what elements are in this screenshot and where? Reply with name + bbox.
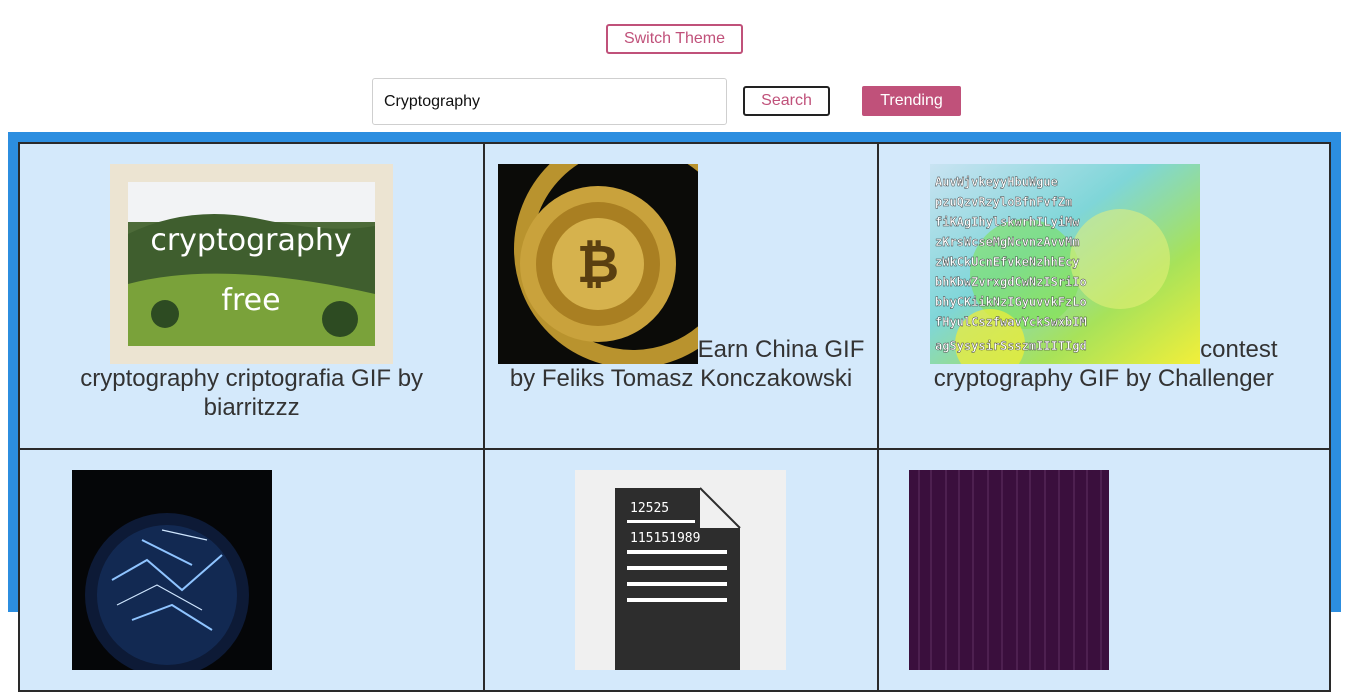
result-card[interactable]: cryptography free cryptography criptogra… xyxy=(17,142,486,450)
svg-text:fiKAgIhylskwrhILyiMw: fiKAgIhylskwrhILyiMw xyxy=(935,215,1080,229)
gif-thumbnail-letters[interactable]: AuvWjvkeyyHbuWgue pzuQzvRzyloBfnFvfZm fi… xyxy=(930,164,1201,364)
svg-text:bhKbwZvrxgdCwNzISriIo: bhKbwZvrxgdCwNzISriIo xyxy=(935,275,1087,289)
stamp-text-1: cryptography xyxy=(150,223,351,258)
result-card[interactable] xyxy=(876,448,1332,692)
svg-text:AuvWjvkeyyHbuWgue: AuvWjvkeyyHbuWgue xyxy=(935,175,1058,189)
search-button[interactable]: Search xyxy=(743,86,830,116)
results-grid: cryptography free cryptography criptogra… xyxy=(8,132,1341,692)
switch-theme-button[interactable]: Switch Theme xyxy=(606,24,743,54)
svg-text:₿: ₿ xyxy=(576,235,618,295)
gif-thumbnail-stamp[interactable]: cryptography free xyxy=(110,164,394,364)
svg-text:bhyCKiikNzIGyuvvkFzLo: bhyCKiikNzIGyuvvkFzLo xyxy=(935,295,1087,309)
trending-button[interactable]: Trending xyxy=(862,86,961,116)
gif-thumbnail-bitcoin[interactable]: ₿ xyxy=(497,164,698,364)
result-card[interactable]: 12525 115151989 xyxy=(483,448,879,692)
doc-number-1: 12525 xyxy=(630,501,669,516)
svg-text:zKrsWcseMgNcvnzAvvMm: zKrsWcseMgNcvnzAvvMm xyxy=(935,235,1080,249)
stamp-text-2: free xyxy=(222,283,281,318)
svg-text:agSysysirSsszmIIITIgd: agSysysirSsszmIIITIgd xyxy=(935,339,1087,353)
svg-text:fHyulCszfwavYckSwxbIM: fHyulCszfwavYckSwxbIM xyxy=(935,315,1087,329)
doc-number-2: 115151989 xyxy=(630,531,700,546)
gif-thumbnail-document[interactable]: 12525 115151989 xyxy=(575,470,787,670)
results-table: cryptography free cryptography criptogra… xyxy=(17,142,1332,692)
svg-text:zWkCkUcnEfvkeNzhhEcy: zWkCkUcnEfvkeNzhhEcy xyxy=(935,255,1080,269)
gif-thumbnail-sphere[interactable] xyxy=(72,470,272,670)
result-card[interactable] xyxy=(17,448,486,692)
gif-thumbnail-purple[interactable] xyxy=(908,470,1109,670)
result-title: cryptography criptografia GIF by biarrit… xyxy=(80,365,424,421)
result-card[interactable]: ₿ Earn China GIF by Feliks Tomasz Koncza… xyxy=(483,142,879,450)
search-input[interactable] xyxy=(372,78,727,125)
svg-text:pzuQzvRzyloBfnFvfZm: pzuQzvRzyloBfnFvfZm xyxy=(935,195,1072,209)
result-card[interactable]: AuvWjvkeyyHbuWgue pzuQzvRzyloBfnFvfZm fi… xyxy=(876,142,1332,450)
